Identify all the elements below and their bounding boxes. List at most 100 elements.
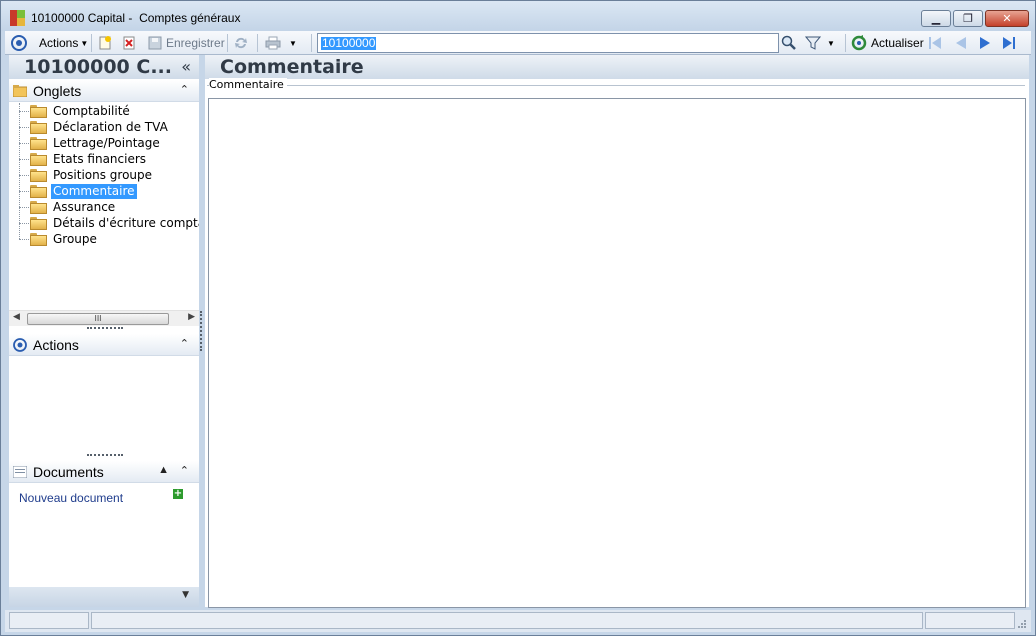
filter-button[interactable]: ▼ [805, 34, 835, 52]
chevron-down-icon[interactable]: ▼ [182, 590, 189, 600]
chevron-down-icon[interactable]: ▼ [289, 39, 297, 48]
close-button[interactable]: ✕ [985, 10, 1029, 27]
search-button[interactable] [781, 34, 797, 52]
refresh-label: Actualiser [871, 36, 924, 50]
target-icon [11, 35, 27, 51]
last-record-button[interactable] [1001, 34, 1017, 52]
scroll-left-icon[interactable]: ◀ [13, 312, 20, 322]
tree-item-details-ecriture[interactable]: Détails d'écriture comptab [19, 215, 199, 231]
tree-item-lettrage[interactable]: Lettrage/Pointage [19, 135, 162, 151]
folder-icon [30, 200, 47, 214]
section-resize-grip[interactable] [87, 327, 123, 330]
tabs-section-label: Onglets [33, 82, 82, 99]
status-cell [91, 612, 923, 629]
tree-item-label: Comptabilité [53, 103, 130, 118]
target-icon [13, 337, 27, 352]
tree-item-positions-groupe[interactable]: Positions groupe [19, 167, 154, 183]
actions-menu-button[interactable]: Actions ▼ [39, 34, 88, 52]
minimize-icon: ▁ [931, 12, 941, 25]
left-pane: 10100000 C... « Onglets ⌃ Comptabilité D… [9, 55, 199, 607]
window-title-form: Comptes généraux [139, 11, 241, 25]
tree-item-label: Positions groupe [53, 167, 153, 182]
first-record-button[interactable] [927, 34, 943, 52]
next-record-button[interactable] [977, 34, 993, 52]
folder-icon [13, 84, 27, 97]
tree-horizontal-scrollbar[interactable]: ◀ III ▶ [9, 310, 199, 326]
tree-item-groupe[interactable]: Groupe [19, 231, 99, 247]
documents-section-label: Documents [33, 463, 104, 480]
status-cell [925, 612, 1015, 629]
open-folder-icon [30, 184, 47, 198]
record-title-text: 10100000 C... [24, 56, 172, 78]
pane-splitter[interactable] [200, 311, 202, 351]
previous-record-button[interactable] [953, 34, 969, 52]
new-document-icon [99, 36, 111, 50]
add-document-icon[interactable]: + [173, 489, 183, 499]
tree-item-commentaire[interactable]: Commentaire [19, 183, 137, 199]
delete-record-button[interactable] [121, 34, 137, 52]
comment-group: Commentaire [207, 78, 1026, 608]
status-cell [9, 612, 89, 629]
actions-panel [9, 357, 199, 457]
comment-textarea[interactable] [208, 98, 1026, 608]
new-document-link[interactable]: Nouveau document [19, 491, 123, 505]
collapse-section-icon[interactable]: ⌃ [180, 337, 189, 350]
tree-item-label: Lettrage/Pointage [53, 135, 160, 150]
print-button[interactable]: ▼ [265, 34, 297, 52]
tree-item-label: Etats financiers [53, 151, 147, 166]
actions-menu-label: Actions [39, 36, 79, 50]
actions-section-label: Actions [33, 336, 79, 353]
refresh-icon [851, 35, 867, 51]
folder-icon [30, 168, 47, 182]
comment-group-label: Commentaire [209, 78, 287, 91]
folder-icon [30, 104, 47, 118]
tree-item-comptabilite[interactable]: Comptabilité [19, 103, 132, 119]
tree-item-label-selected: Commentaire [51, 183, 137, 199]
status-bar [5, 610, 1031, 632]
collapse-section-icon[interactable]: ⌃ [180, 83, 189, 96]
window-title: 10100000 Capital - Comptes généraux [31, 11, 240, 25]
page-title: Commentaire [205, 55, 1029, 79]
save-button[interactable]: Enregistrer [147, 34, 225, 52]
scrollbar-thumb[interactable]: III [27, 313, 169, 325]
refresh-button[interactable]: Actualiser [851, 34, 924, 52]
chevron-up-icon[interactable]: ▲ [158, 464, 169, 476]
magnifier-icon [781, 35, 796, 50]
app-icon [10, 10, 26, 26]
next-icon [980, 37, 990, 49]
scroll-right-icon[interactable]: ▶ [188, 312, 195, 322]
tree-item-declaration-tva[interactable]: Déclaration de TVA [19, 119, 170, 135]
save-icon [148, 36, 162, 50]
first-icon [929, 37, 941, 49]
last-icon [1003, 37, 1015, 49]
folder-icon [30, 136, 47, 150]
documents-icon [13, 465, 27, 478]
window-title-record: 10100000 Capital - [31, 11, 133, 25]
delete-icon [123, 36, 135, 50]
actions-section-header[interactable]: Actions ⌃ [9, 334, 199, 356]
navigation-pane-footer: ▼ [9, 587, 199, 607]
toolbar: Actions ▼ Enregistrer ▼ 10100000 ▼ Actua… [5, 31, 1031, 55]
sync-button[interactable] [233, 34, 249, 52]
section-resize-grip[interactable] [87, 454, 123, 457]
chevron-down-icon[interactable]: ▼ [827, 39, 835, 48]
folder-icon [30, 152, 47, 166]
tabs-section-header[interactable]: Onglets ⌃ [9, 80, 199, 102]
previous-icon [956, 37, 966, 49]
title-bar[interactable]: 10100000 Capital - Comptes généraux ▁ ❐ … [1, 1, 1035, 31]
documents-panel: Nouveau document + [9, 485, 199, 585]
search-field[interactable]: 10100000 [317, 33, 779, 53]
restore-button[interactable]: ❐ [953, 10, 983, 27]
tree-item-assurance[interactable]: Assurance [19, 199, 117, 215]
documents-section-header[interactable]: Documents ▲ ⌃ [9, 461, 199, 483]
collapse-section-icon[interactable]: ⌃ [180, 464, 189, 477]
collapse-pane-icon[interactable]: « [181, 55, 191, 79]
actions-menu-icon-wrap[interactable] [11, 34, 27, 52]
resize-grip-icon[interactable] [1017, 619, 1027, 629]
search-value: 10100000 [321, 36, 377, 50]
tree-item-etats-financiers[interactable]: Etats financiers [19, 151, 148, 167]
close-icon: ✕ [1002, 12, 1012, 25]
new-record-button[interactable] [97, 34, 113, 52]
minimize-button[interactable]: ▁ [921, 10, 951, 27]
sync-icon [235, 37, 247, 49]
